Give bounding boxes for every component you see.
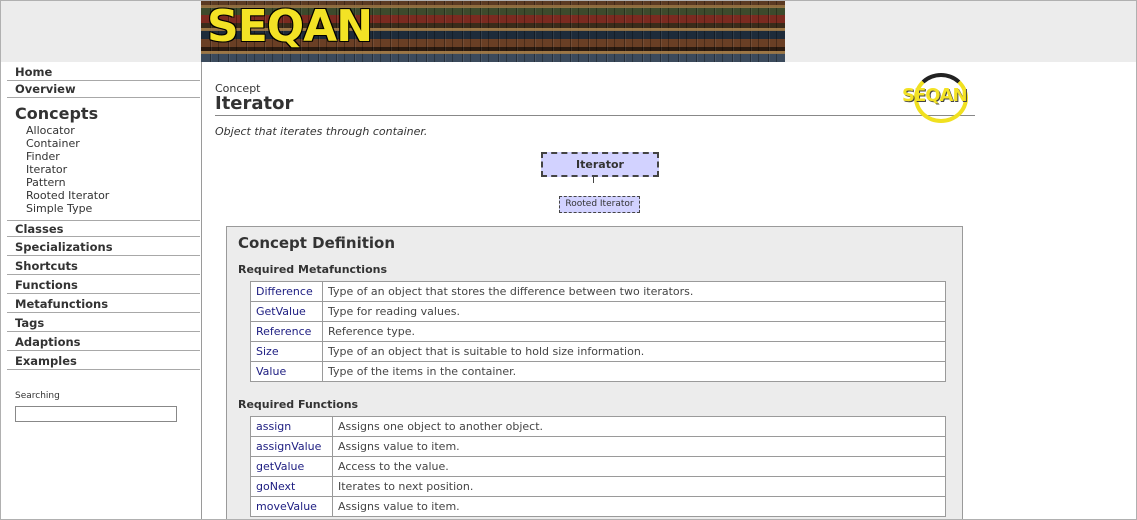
diagram-node-iterator[interactable]: Iterator [541, 152, 659, 177]
diagram-connector [593, 177, 594, 183]
function-desc: Assigns value to item. [332, 436, 946, 457]
metafunction-desc: Type of the items in the container. [322, 361, 946, 382]
function-link[interactable]: goNext [256, 480, 295, 493]
function-link[interactable]: getValue [256, 460, 304, 473]
search-input[interactable] [15, 406, 177, 422]
concept-definition-panel: Concept Definition Required Metafunction… [226, 226, 963, 519]
table-row: Value Type of the items in the container… [250, 361, 946, 382]
function-link[interactable]: moveValue [256, 500, 317, 513]
sidebar-item-classes[interactable]: Classes [7, 220, 200, 237]
table-row: Size Type of an object that is suitable … [250, 341, 946, 362]
table-row: moveValue Assigns value to item. [250, 496, 946, 517]
metafunction-desc: Reference type. [322, 321, 946, 342]
browser-frame: SEQAN Home Overview Concepts Allocator C… [0, 0, 1137, 520]
table-row: assignValue Assigns value to item. [250, 436, 946, 457]
metafunctions-title: Required Metafunctions [238, 263, 388, 276]
metafunction-desc: Type for reading values. [322, 301, 946, 322]
metafunction-link[interactable]: Size [256, 345, 279, 358]
function-desc: Assigns value to item. [332, 496, 946, 517]
sidebar-item-shortcuts[interactable]: Shortcuts [7, 258, 200, 275]
metafunctions-table: Difference Type of an object that stores… [250, 281, 946, 382]
sidebar-item-adaptions[interactable]: Adaptions [7, 334, 200, 351]
metafunction-link[interactable]: Reference [256, 325, 311, 338]
table-row: assign Assigns one object to another obj… [250, 416, 946, 437]
sidebar-item-examples[interactable]: Examples [7, 353, 200, 370]
main-content: Concept Iterator SEQAN Object that itera… [202, 62, 1136, 519]
sidebar-heading-concepts[interactable]: Concepts [15, 104, 98, 123]
sidebar-item-metafunctions[interactable]: Metafunctions [7, 296, 200, 313]
sidebar-item-specializations[interactable]: Specializations [7, 239, 200, 256]
sidebar-item-functions[interactable]: Functions [7, 277, 200, 294]
title-divider [215, 115, 975, 116]
metafunction-link[interactable]: Value [256, 365, 286, 378]
function-desc: Iterates to next position. [332, 476, 946, 497]
sidebar-subitem-simple-type[interactable]: Simple Type [26, 202, 92, 215]
search-label: Searching [15, 391, 60, 401]
table-row: getValue Access to the value. [250, 456, 946, 477]
sidebar-nav: Home Overview Concepts Allocator Contain… [1, 62, 202, 519]
metafunction-desc: Type of an object that stores the differ… [322, 281, 946, 302]
sidebar-item-tags[interactable]: Tags [7, 315, 200, 332]
metafunction-link[interactable]: GetValue [256, 305, 306, 318]
sidebar-subitem-allocator[interactable]: Allocator [26, 124, 75, 137]
sidebar-subitem-pattern[interactable]: Pattern [26, 176, 66, 189]
sidebar-item-home[interactable]: Home [7, 64, 200, 81]
seqan-logo[interactable]: SEQAN [207, 1, 373, 52]
table-row: Difference Type of an object that stores… [250, 281, 946, 302]
table-row: Reference Reference type. [250, 321, 946, 342]
functions-title: Required Functions [238, 398, 359, 411]
sidebar-subitem-rooted-iterator[interactable]: Rooted Iterator [26, 189, 109, 202]
seqan-logo-small[interactable]: SEQAN [902, 73, 974, 123]
function-link[interactable]: assignValue [256, 440, 321, 453]
concept-summary: Object that iterates through container. [215, 125, 428, 138]
diagram-node-rooted-iterator[interactable]: Rooted Iterator [559, 196, 640, 213]
functions-table: assign Assigns one object to another obj… [250, 416, 946, 517]
sidebar-subitem-container[interactable]: Container [26, 137, 80, 150]
logo-small-text: SEQAN [902, 85, 968, 106]
page-title: Iterator [215, 93, 294, 114]
metafunction-link[interactable]: Difference [256, 285, 313, 298]
table-row: GetValue Type for reading values. [250, 301, 946, 322]
sidebar-item-overview[interactable]: Overview [7, 81, 200, 98]
sidebar-subitem-finder[interactable]: Finder [26, 150, 60, 163]
definition-title: Concept Definition [238, 234, 396, 252]
header-banner: SEQAN [201, 1, 785, 62]
function-desc: Assigns one object to another object. [332, 416, 946, 437]
metafunction-desc: Type of an object that is suitable to ho… [322, 341, 946, 362]
sidebar-subitem-iterator[interactable]: Iterator [26, 163, 67, 176]
table-row: goNext Iterates to next position. [250, 476, 946, 497]
function-link[interactable]: assign [256, 420, 291, 433]
function-desc: Access to the value. [332, 456, 946, 477]
